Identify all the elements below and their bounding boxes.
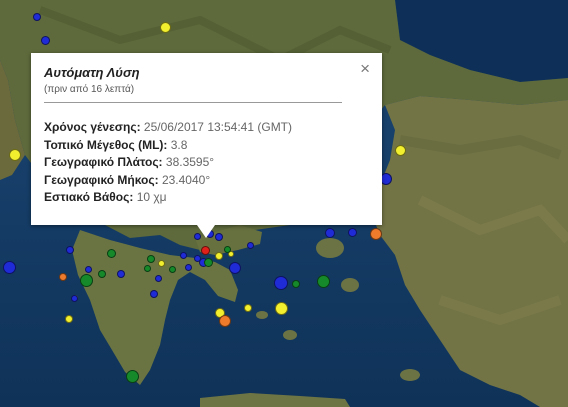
blue-earthquake-marker[interactable]	[347, 227, 357, 237]
orange-earthquake-marker[interactable]	[219, 315, 231, 327]
close-icon[interactable]: ×	[360, 60, 370, 77]
depth-label: Εστιακό Βάθος:	[44, 190, 134, 204]
blue-earthquake-marker[interactable]	[193, 254, 201, 262]
blue-earthquake-marker[interactable]	[33, 13, 41, 21]
yellow-earthquake-marker[interactable]	[215, 252, 223, 260]
green-earthquake-marker[interactable]	[125, 369, 139, 383]
blue-earthquake-marker[interactable]	[154, 274, 162, 282]
blue-earthquake-marker[interactable]	[70, 294, 78, 302]
blue-earthquake-marker[interactable]	[184, 263, 192, 271]
latitude-label: Γεωγραφικό Πλάτος:	[44, 155, 163, 169]
earthquake-info-popup: Αυτόματη Λύση (πριν από 16 λεπτά) × Χρόν…	[31, 53, 382, 238]
magnitude-row: Τοπικό Μέγεθος (ML): 3.8	[44, 137, 292, 155]
blue-earthquake-marker[interactable]	[215, 233, 223, 241]
magnitude-value: 3.8	[170, 137, 188, 152]
blue-earthquake-marker[interactable]	[246, 241, 254, 249]
blue-earthquake-marker[interactable]	[2, 260, 16, 274]
yellow-earthquake-marker[interactable]	[274, 301, 288, 315]
blue-earthquake-marker[interactable]	[40, 35, 50, 45]
green-earthquake-marker[interactable]	[316, 274, 330, 288]
depth-row: Εστιακό Βάθος: 10 χμ	[44, 189, 292, 207]
popup-title: Αυτόματη Λύση	[44, 65, 140, 80]
longitude-row: Γεωγραφικό Μήκος: 23.4040°	[44, 172, 292, 190]
magnitude-label: Τοπικό Μέγεθος (ML):	[44, 137, 168, 152]
blue-earthquake-marker[interactable]	[229, 262, 241, 274]
orange-earthquake-marker[interactable]	[370, 228, 382, 240]
origin-time-value: 25/06/2017 13:54:41 (GMT)	[143, 120, 293, 134]
blue-earthquake-marker[interactable]	[179, 251, 187, 259]
green-earthquake-marker[interactable]	[168, 265, 176, 273]
popup-details: Χρόνος γένεσης: 25/06/2017 13:54:41 (GMT…	[44, 119, 292, 207]
latitude-row: Γεωγραφικό Πλάτος: 38.3595°	[44, 154, 292, 172]
green-earthquake-marker[interactable]	[106, 248, 116, 258]
origin-time-label: Χρόνος γένεσης:	[44, 120, 141, 134]
origin-time-row: Χρόνος γένεσης: 25/06/2017 13:54:41 (GMT…	[44, 119, 292, 137]
yellow-earthquake-marker[interactable]	[157, 259, 165, 267]
blue-earthquake-marker[interactable]	[84, 265, 92, 273]
longitude-label: Γεωγραφικό Μήκος:	[44, 172, 159, 187]
map-view[interactable]: Αυτόματη Λύση (πριν από 16 λεπτά) × Χρόν…	[0, 0, 568, 407]
yellow-earthquake-marker[interactable]	[9, 149, 21, 161]
yellow-earthquake-marker[interactable]	[159, 21, 171, 33]
yellow-earthquake-marker[interactable]	[65, 315, 73, 323]
latitude-value: 38.3595°	[165, 155, 215, 169]
green-earthquake-marker[interactable]	[292, 280, 300, 288]
green-earthquake-marker[interactable]	[203, 257, 213, 267]
red-earthquake-marker[interactable]	[200, 245, 210, 255]
green-earthquake-marker[interactable]	[223, 245, 231, 253]
green-earthquake-marker[interactable]	[98, 270, 106, 278]
blue-earthquake-marker[interactable]	[325, 228, 335, 238]
orange-earthquake-marker[interactable]	[59, 273, 67, 281]
green-earthquake-marker[interactable]	[147, 255, 155, 263]
blue-earthquake-marker[interactable]	[274, 276, 288, 290]
green-earthquake-marker[interactable]	[79, 273, 93, 287]
popup-subtitle: (πριν από 16 λεπτά)	[44, 84, 135, 95]
popup-divider	[44, 102, 342, 103]
yellow-earthquake-marker[interactable]	[244, 304, 252, 312]
yellow-earthquake-marker[interactable]	[394, 144, 406, 156]
blue-earthquake-marker[interactable]	[150, 290, 158, 298]
depth-value: 10 χμ	[136, 190, 167, 204]
blue-earthquake-marker[interactable]	[117, 270, 125, 278]
blue-earthquake-marker[interactable]	[66, 246, 74, 254]
longitude-value: 23.4040°	[161, 172, 211, 187]
green-earthquake-marker[interactable]	[143, 264, 151, 272]
